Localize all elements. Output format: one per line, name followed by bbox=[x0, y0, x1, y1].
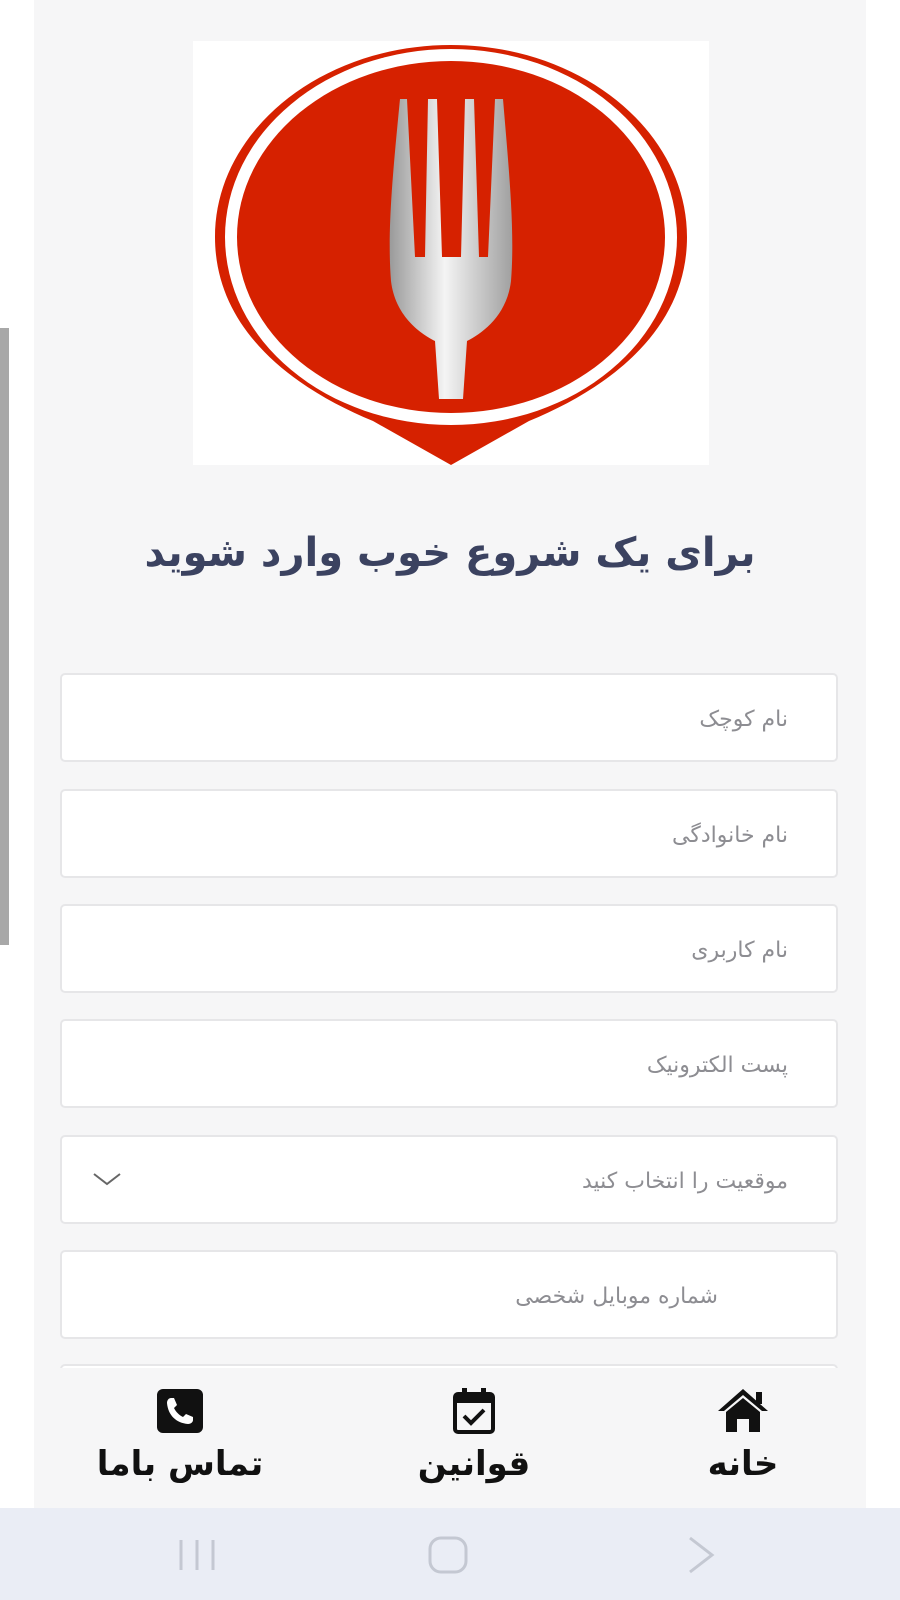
bottom-nav: خانه قوانین تماس باما bbox=[34, 1368, 866, 1508]
nav-rules-label: قوانین bbox=[417, 1444, 531, 1484]
location-select[interactable]: موقعیت را انتخاب کنید bbox=[60, 1135, 838, 1224]
scroll-indicator[interactable] bbox=[0, 328, 9, 945]
last-name-placeholder: نام خانوادگی bbox=[672, 823, 788, 848]
first-name-placeholder: نام کوچک bbox=[699, 707, 788, 732]
nav-home[interactable]: خانه bbox=[633, 1386, 853, 1496]
fork-logo bbox=[193, 41, 709, 465]
signup-headline: برای یک شروع خوب وارد شوید bbox=[144, 530, 756, 576]
home-icon bbox=[718, 1389, 768, 1432]
email-placeholder: پست الکترونیک bbox=[646, 1053, 788, 1078]
back-icon[interactable] bbox=[672, 1530, 732, 1580]
username-placeholder: نام کاربری bbox=[691, 938, 788, 963]
chevron-down-icon bbox=[93, 1173, 121, 1186]
phone-field[interactable]: شماره موبایل شخصی bbox=[60, 1250, 838, 1339]
nav-contact-label: تماس باما bbox=[96, 1444, 264, 1484]
phone-placeholder: شماره موبایل شخصی bbox=[515, 1284, 718, 1309]
signup-content: برای یک شروع خوب وارد شوید نام کوچک نام … bbox=[34, 0, 866, 1368]
nav-contact[interactable]: تماس باما bbox=[70, 1386, 290, 1496]
username-field[interactable]: نام کاربری bbox=[60, 904, 838, 993]
email-field[interactable]: پست الکترونیک bbox=[60, 1019, 838, 1108]
first-name-field[interactable]: نام کوچک bbox=[60, 673, 838, 762]
last-name-field[interactable]: نام خانوادگی bbox=[60, 789, 838, 878]
calendar-check-icon bbox=[453, 1388, 495, 1434]
system-nav-bar bbox=[0, 1508, 900, 1600]
nav-home-label: خانه bbox=[707, 1444, 779, 1484]
nav-rules[interactable]: قوانین bbox=[364, 1386, 584, 1496]
screen: برای یک شروع خوب وارد شوید نام کوچک نام … bbox=[0, 0, 900, 1600]
recent-apps-icon[interactable] bbox=[167, 1530, 227, 1580]
home-button-icon[interactable] bbox=[418, 1530, 478, 1580]
phone-icon bbox=[157, 1389, 203, 1433]
location-placeholder: موقعیت را انتخاب کنید bbox=[581, 1169, 788, 1194]
